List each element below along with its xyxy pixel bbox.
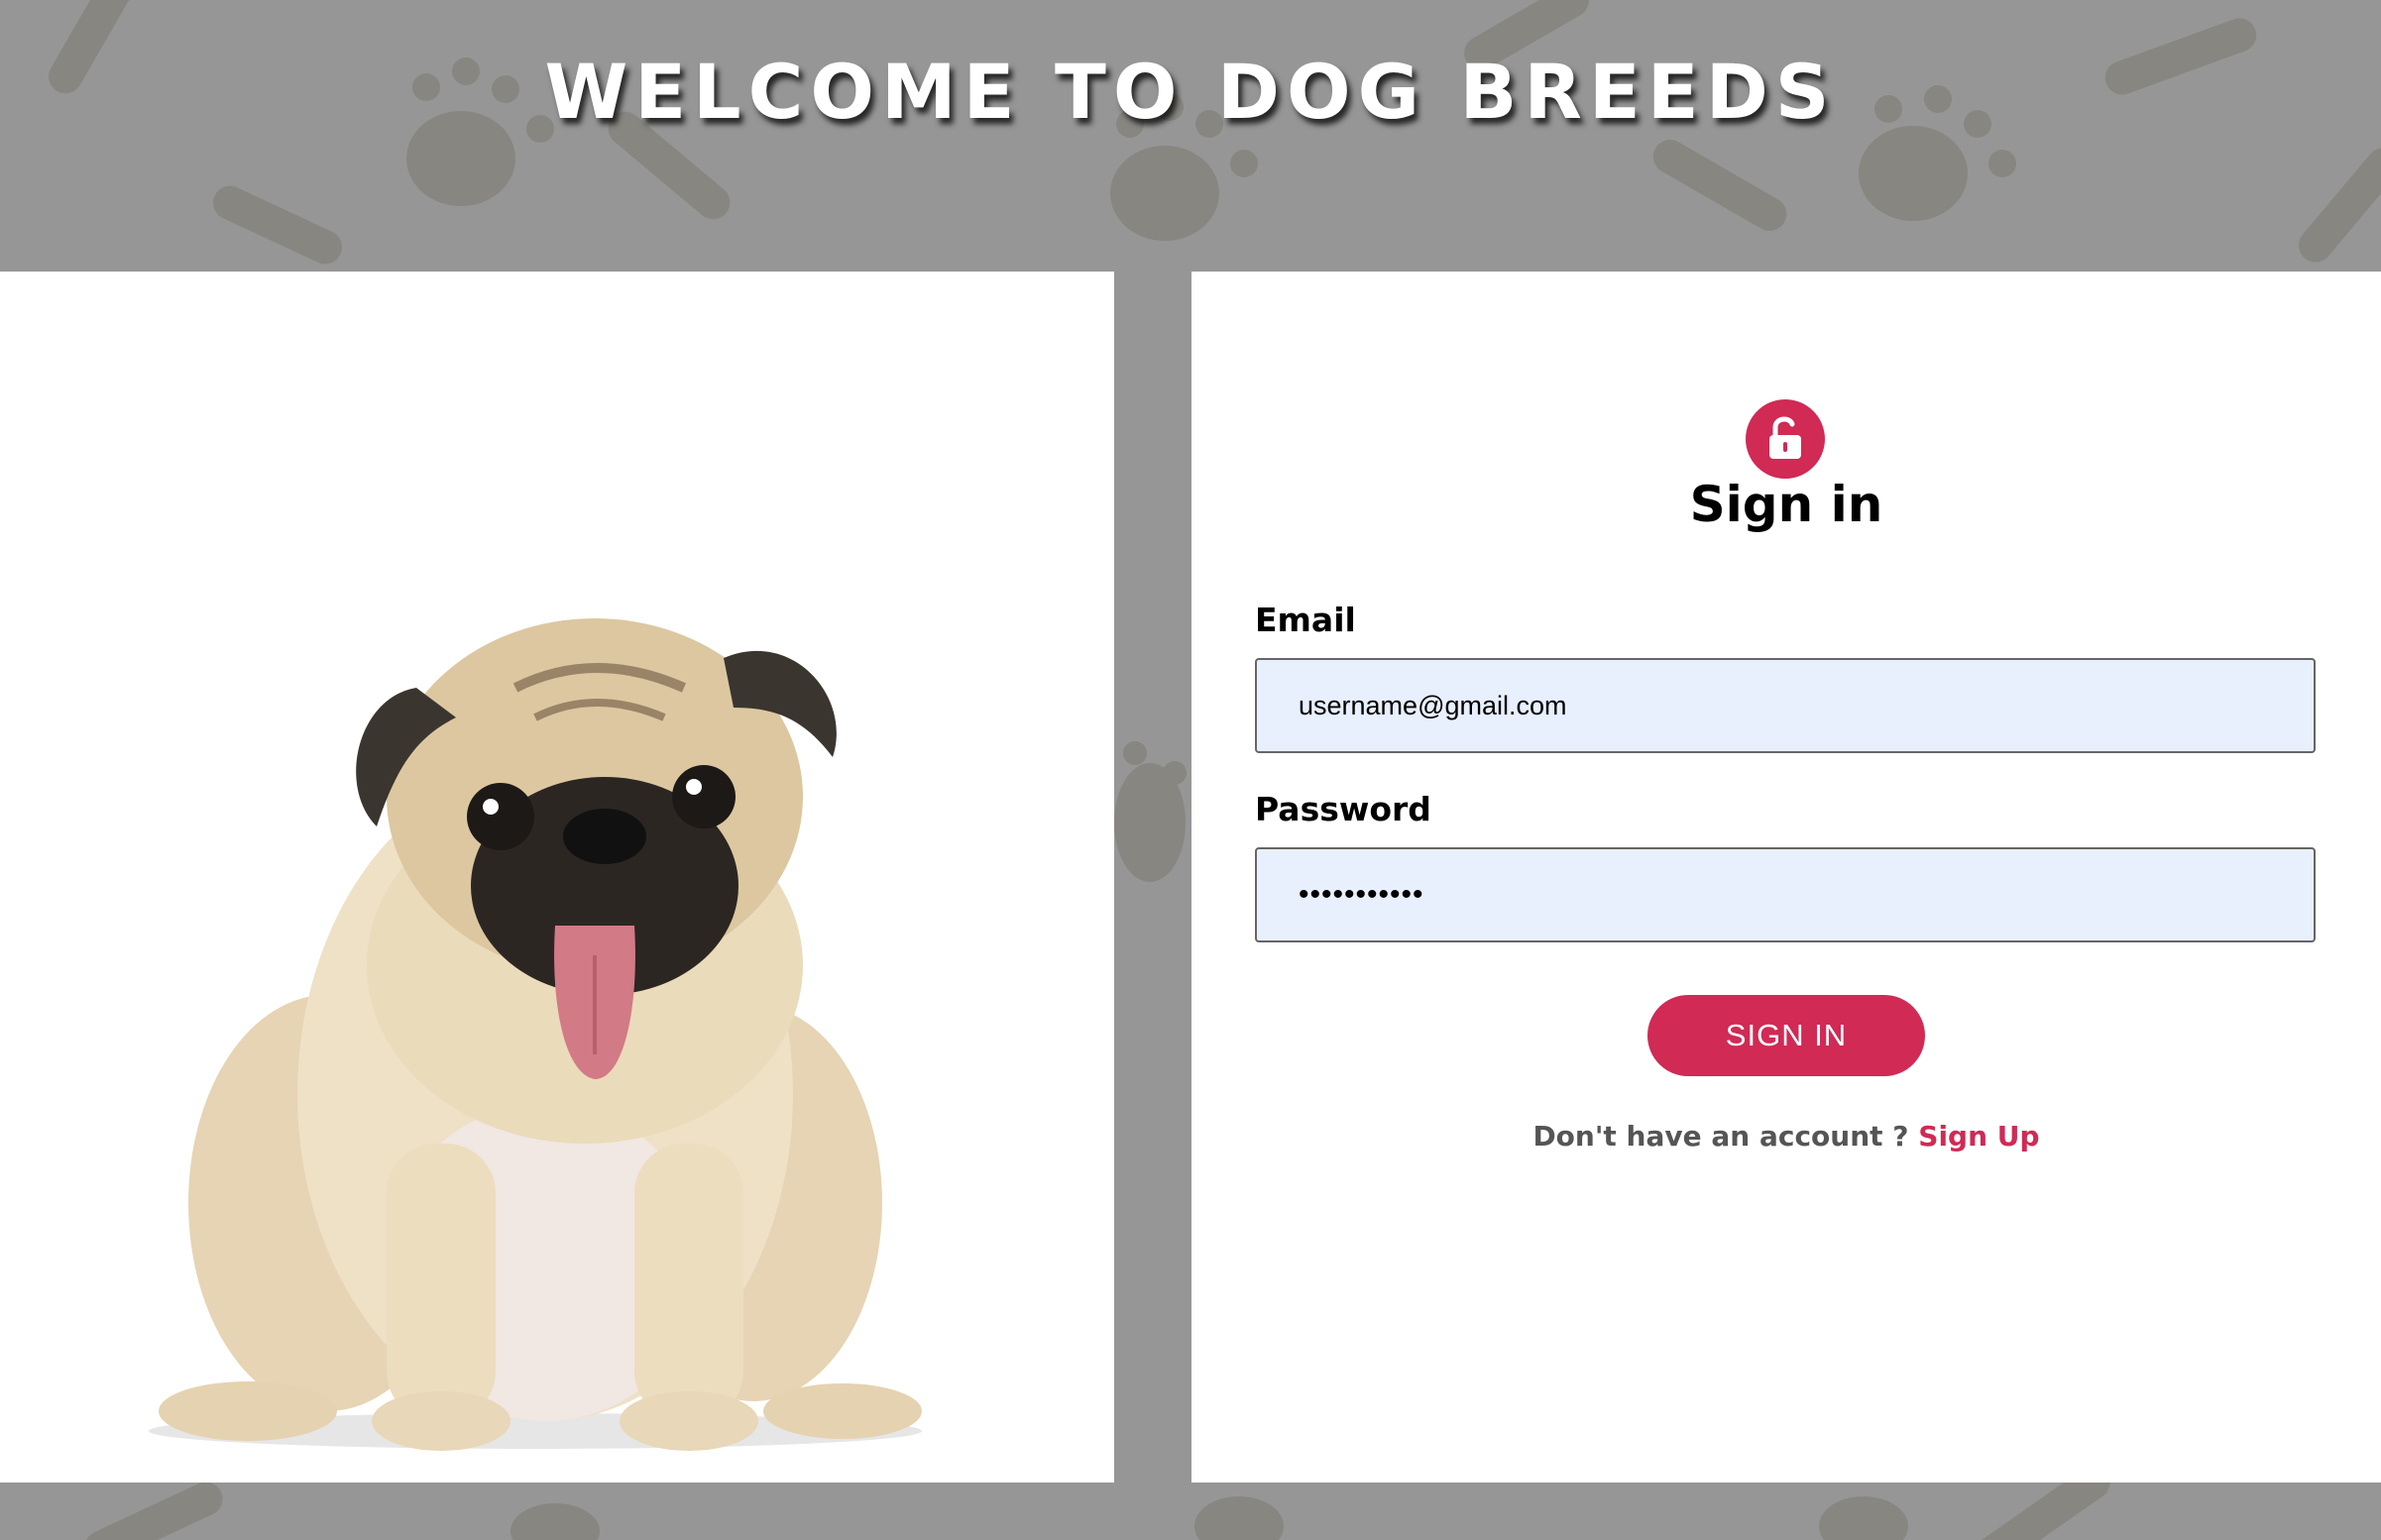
no-account-text: Don't have an account ? bbox=[1532, 1120, 1909, 1153]
signup-prompt: Don't have an account ? Sign Up bbox=[1191, 1120, 2381, 1153]
hero-image-panel bbox=[0, 272, 1114, 1483]
email-field[interactable]: username@gmail.com bbox=[1255, 658, 2316, 753]
pug-dog-image bbox=[149, 618, 922, 1451]
password-label: Password bbox=[1255, 790, 1431, 828]
lock-icon-badge bbox=[1746, 399, 1825, 479]
signin-panel: Sign in Email username@gmail.com Passwor… bbox=[1191, 272, 2381, 1483]
signin-button[interactable]: SIGN IN bbox=[1647, 995, 1925, 1076]
signup-link[interactable]: Sign Up bbox=[1918, 1120, 2039, 1153]
signin-heading: Sign in bbox=[1689, 476, 1883, 533]
lock-open-icon bbox=[1769, 416, 1801, 459]
email-label: Email bbox=[1255, 601, 1356, 639]
password-field[interactable]: ••••••••••• bbox=[1255, 847, 2316, 942]
page-title: WELCOME TO DOG BREEDS bbox=[544, 48, 1837, 136]
